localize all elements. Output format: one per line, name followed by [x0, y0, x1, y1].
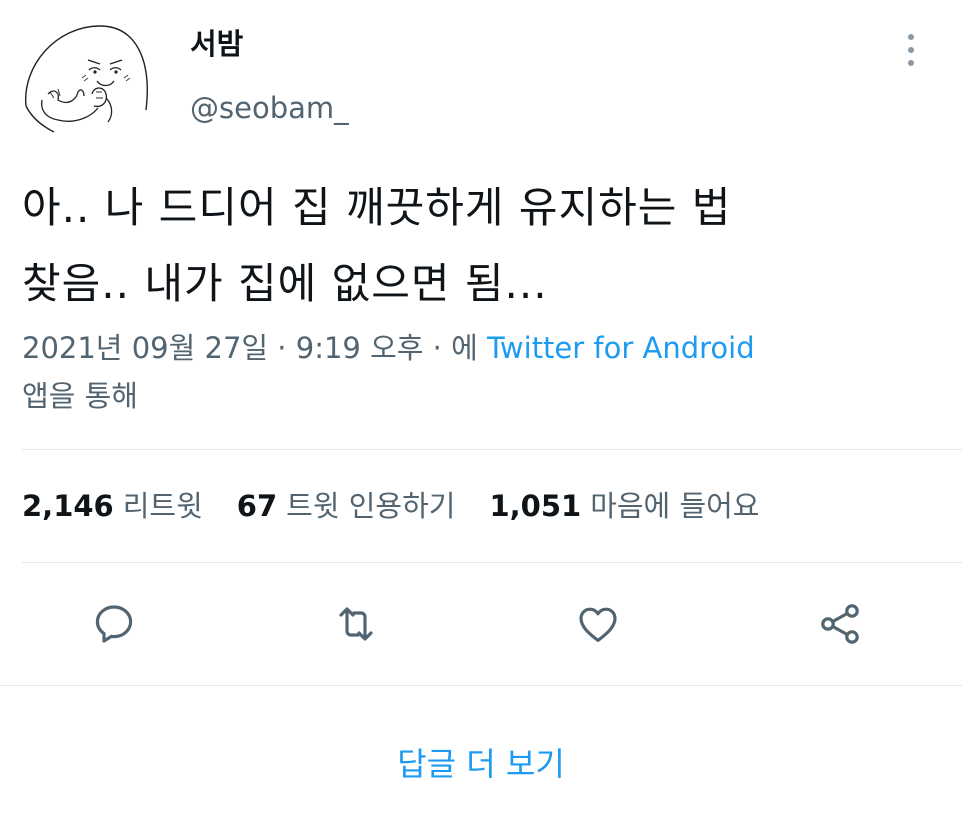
- likes-stat[interactable]: 1,051 마음에 들어요: [489, 484, 759, 528]
- tweet-meta: 2021년 09월 27일 · 9:19 오후 · 에 Twitter for …: [22, 324, 942, 420]
- more-dot-icon: [908, 60, 914, 66]
- quotes-count: 67: [236, 489, 278, 523]
- likes-label: 마음에 들어요: [590, 489, 760, 523]
- share-button[interactable]: [814, 598, 866, 650]
- more-replies-link[interactable]: 답글 더 보기: [397, 745, 565, 783]
- divider: [22, 562, 962, 563]
- more-options-button[interactable]: [896, 30, 926, 70]
- avatar-doodle-icon: [25, 25, 148, 133]
- tweet-source-suffix: 앱을 통해: [22, 379, 138, 413]
- quotes-label: 트윗 인용하기: [286, 489, 456, 523]
- tweet-stats: 2,146 리트윗 67 트윗 인용하기 1,051 마음에 들어요: [22, 484, 760, 528]
- more-dot-icon: [908, 34, 914, 40]
- more-dot-icon: [908, 47, 914, 53]
- divider: [0, 685, 962, 686]
- tweet-text-line: 찾음.. 내가 집에 없으면 됨...: [22, 259, 548, 308]
- retweets-stat[interactable]: 2,146 리트윗: [22, 484, 203, 528]
- tweet-text: 아.. 나 드디어 집 깨끗하게 유지하는 법 찾음.. 내가 집에 없으면 됨…: [22, 170, 942, 322]
- tweet-source-link[interactable]: Twitter for Android: [487, 331, 755, 365]
- retweets-count: 2,146: [22, 489, 114, 523]
- retweet-icon: [339, 607, 373, 641]
- divider: [22, 449, 962, 450]
- share-icon: [821, 604, 859, 644]
- likes-count: 1,051: [489, 489, 582, 523]
- like-button[interactable]: [572, 598, 624, 650]
- tweet-text-line: 아.. 나 드디어 집 깨끗하게 유지하는 법: [22, 183, 732, 232]
- retweet-button[interactable]: [330, 598, 382, 650]
- quotes-stat[interactable]: 67 트윗 인용하기: [237, 484, 456, 528]
- tweet-timestamp[interactable]: 2021년 09월 27일 · 9:19 오후 · 에: [22, 331, 478, 365]
- more-replies: 답글 더 보기: [0, 740, 962, 788]
- heart-icon: [579, 607, 617, 642]
- author-display-name[interactable]: 서밤: [190, 22, 243, 66]
- reply-icon: [95, 605, 133, 643]
- author-handle[interactable]: @seobam_: [190, 86, 349, 130]
- retweets-label: 리트윗: [122, 489, 203, 523]
- avatar[interactable]: [18, 14, 158, 144]
- reply-button[interactable]: [88, 598, 140, 650]
